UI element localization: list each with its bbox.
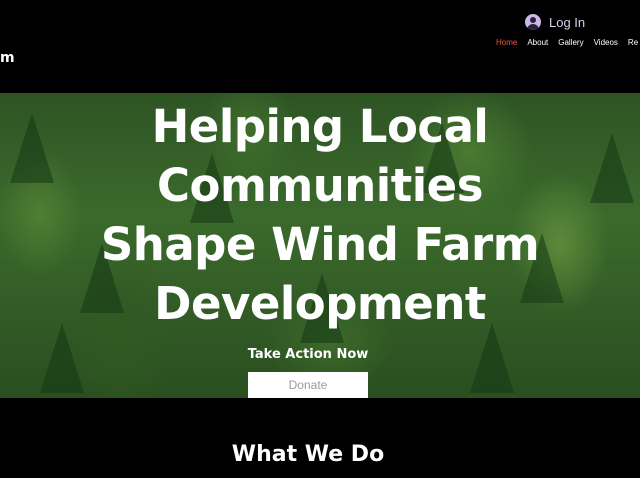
nav-item-videos[interactable]: Videos [594,38,618,47]
hero-subtitle: Take Action Now [247,347,369,362]
nav-item-home[interactable]: Home [496,38,517,47]
hero-title-line: Shape Wind Farm [100,218,540,271]
nav-item-more[interactable]: Re [628,38,638,47]
site-header: m Log In Home About Gallery Videos Re [0,0,640,93]
login-label: Log In [549,14,586,30]
nav-item-gallery[interactable]: Gallery [558,38,583,47]
section-title: What We Do [231,442,385,467]
main-nav: Home About Gallery Videos Re [496,38,640,47]
donate-button[interactable]: Donate [248,372,368,398]
hero-title-line: Helping Local [151,100,489,153]
login-button[interactable]: Log In [525,11,585,33]
hero-section: Helping Local Communities Shape Wind Far… [0,93,640,398]
site-logo-text[interactable]: m [0,50,15,66]
hero-title-line: Communities [157,159,483,212]
nav-item-about[interactable]: About [527,38,548,47]
avatar-icon [525,14,541,30]
hero-title-line: Development [154,277,486,330]
hero-title: Helping Local Communities Shape Wind Far… [0,97,640,333]
